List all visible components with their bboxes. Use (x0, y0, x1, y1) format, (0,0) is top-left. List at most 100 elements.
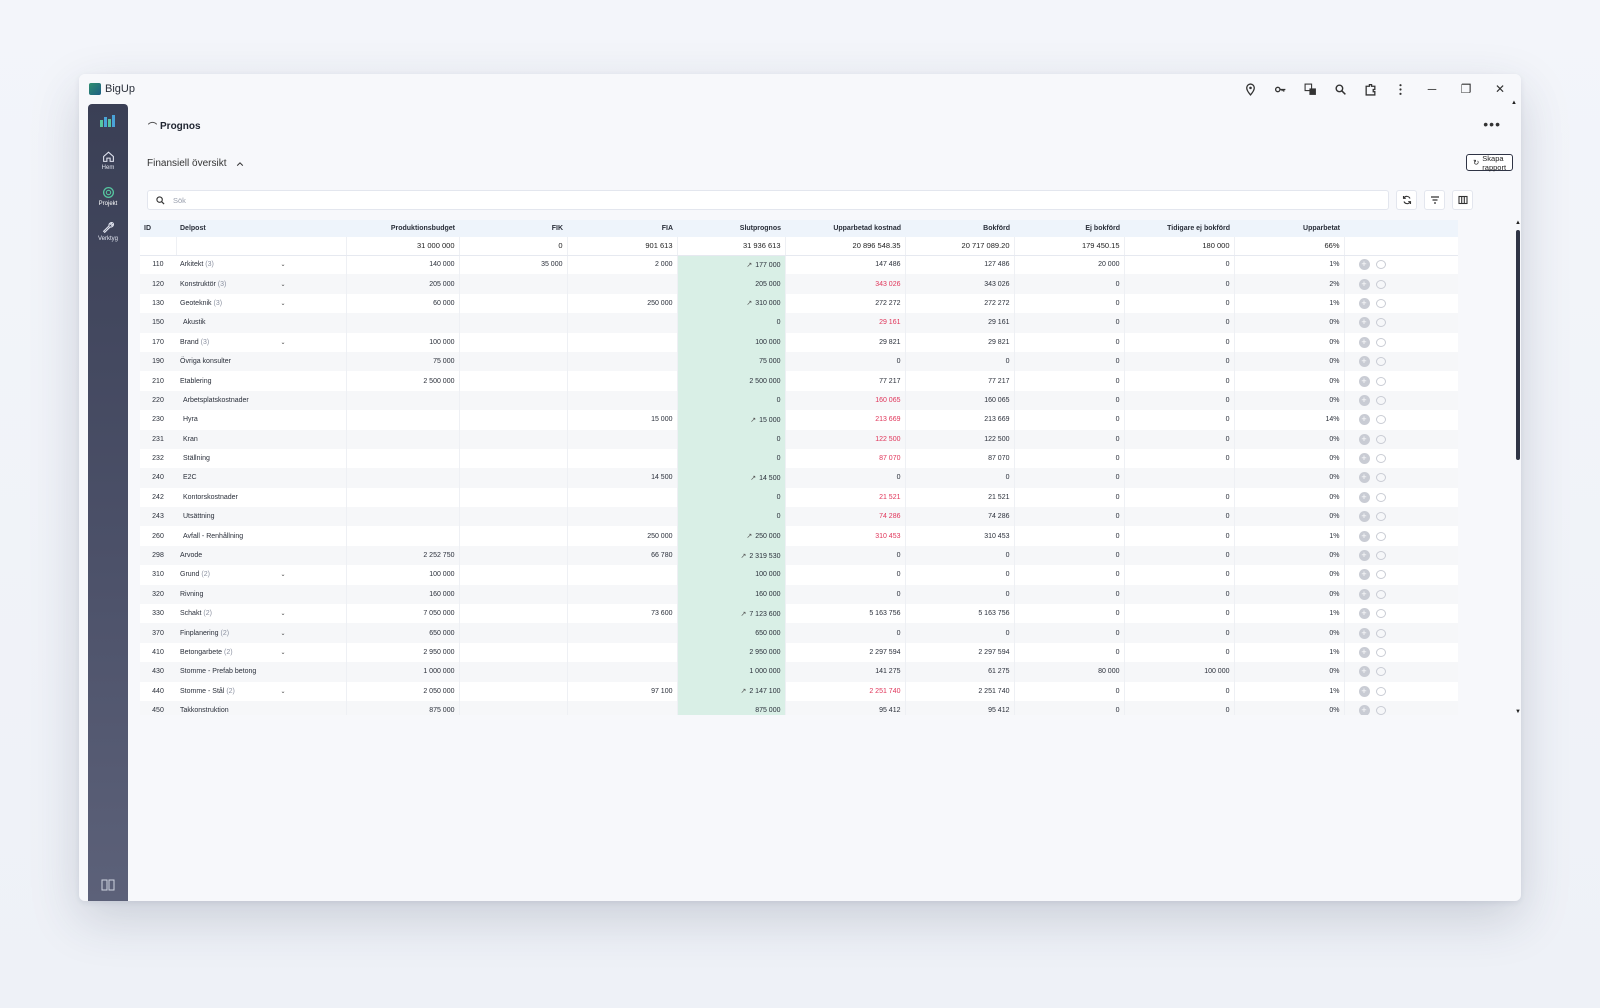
minimize-button[interactable]: ─ (1423, 82, 1441, 96)
scroll-thumb[interactable] (1516, 230, 1520, 460)
comment-icon[interactable] (1375, 551, 1386, 561)
chevron-down-icon[interactable]: ⌄ (280, 610, 285, 617)
scroll-down-icon[interactable]: ▼ (1515, 709, 1521, 715)
sync-button[interactable] (1396, 190, 1417, 210)
comment-icon[interactable] (1375, 686, 1386, 696)
row-slutprognos[interactable]: 205 000 (677, 274, 786, 294)
add-circle-icon[interactable]: + (1358, 685, 1370, 697)
row-slutprognos[interactable]: ↗ 15 000 (677, 410, 786, 430)
add-circle-icon[interactable]: + (1358, 530, 1370, 542)
row-slutprognos[interactable]: ↗ 14 500 (677, 468, 786, 488)
col-header-id[interactable]: ID (140, 220, 176, 237)
table-row[interactable]: 110 Arkitekt (3) ⌄ 140 000 35 000 2 000 ↗ 177 0… (140, 255, 1458, 275)
add-circle-icon[interactable]: + (1358, 453, 1370, 465)
add-circle-icon[interactable]: + (1358, 297, 1370, 309)
comment-icon[interactable] (1375, 667, 1386, 677)
add-circle-icon[interactable]: + (1358, 569, 1370, 581)
col-header-ej-bokford[interactable]: Ej bokförd (1014, 220, 1124, 237)
row-slutprognos[interactable]: 0 (677, 313, 786, 333)
add-circle-icon[interactable]: + (1358, 394, 1370, 406)
comment-icon[interactable] (1375, 395, 1386, 405)
add-circle-icon[interactable]: + (1358, 278, 1370, 290)
table-scrollbar[interactable]: ▲ ▼ (1514, 220, 1521, 715)
row-slutprognos[interactable]: 100 000 (677, 565, 786, 585)
row-slutprognos[interactable]: ↗ 2 147 100 (677, 681, 786, 701)
comment-icon[interactable] (1375, 415, 1386, 425)
col-header-fik[interactable]: FIK (459, 220, 567, 237)
table-row[interactable]: 231 Kran 0 122 500 122 500 0 0 0% + (140, 429, 1458, 449)
add-circle-icon[interactable]: + (1358, 588, 1370, 600)
chevron-down-icon[interactable]: ⌄ (280, 300, 285, 307)
comment-icon[interactable] (1375, 357, 1386, 367)
comment-icon[interactable] (1375, 570, 1386, 580)
col-header-delpost[interactable]: Delpost (176, 220, 346, 237)
sidebar-item-projekt[interactable]: Projekt (88, 186, 128, 207)
comment-icon[interactable] (1375, 454, 1386, 464)
close-button[interactable]: ✕ (1491, 82, 1509, 96)
row-slutprognos[interactable]: 75 000 (677, 351, 786, 372)
chevron-down-icon[interactable]: ⌄ (280, 339, 285, 346)
add-circle-icon[interactable]: + (1358, 472, 1370, 484)
add-circle-icon[interactable]: + (1358, 259, 1370, 271)
row-slutprognos[interactable]: ↗ 2 319 530 (677, 545, 786, 566)
row-slutprognos[interactable]: ↗ 177 000 (677, 255, 786, 275)
add-circle-icon[interactable]: + (1358, 317, 1370, 329)
comment-icon[interactable] (1375, 609, 1386, 619)
row-slutprognos[interactable]: 0 (677, 390, 786, 411)
comment-icon[interactable] (1375, 648, 1386, 657)
add-circle-icon[interactable]: + (1358, 433, 1370, 445)
col-header-bokford[interactable]: Bokförd (905, 220, 1014, 237)
table-row[interactable]: 330 Schakt (2) ⌄ 7 050 000 73 600 ↗ 7 123 600 5… (140, 604, 1458, 624)
add-circle-icon[interactable]: + (1358, 375, 1370, 387)
window-scroll-up-icon[interactable]: ▲ (1511, 100, 1517, 106)
columns-button[interactable] (1452, 190, 1473, 210)
table-row[interactable]: 242 Kontorskostnader 0 21 521 21 521 0 0 0% + (140, 487, 1458, 508)
row-slutprognos[interactable]: 875 000 (677, 700, 786, 715)
table-row[interactable]: 320 Rivning 160 000 160 000 0 0 0 0 0% + (140, 584, 1458, 605)
add-circle-icon[interactable]: + (1358, 491, 1370, 503)
comment-icon[interactable] (1375, 531, 1386, 541)
table-row[interactable]: 150 Akustik 0 29 161 29 161 0 0 0% + (140, 313, 1458, 333)
table-row[interactable]: 298 Arvode 2 252 750 66 780 ↗ 2 319 530 0 0 0 0 0%… (140, 545, 1458, 566)
row-slutprognos[interactable]: 650 000 (677, 623, 786, 643)
table-row[interactable]: 190 Övriga konsulter 75 000 75 000 0 0 0 0 0% + (140, 351, 1458, 372)
translate-icon[interactable] (1303, 82, 1317, 96)
table-row[interactable]: 450 Takkonstruktion 875 000 875 000 95 412 95… (140, 700, 1458, 715)
add-circle-icon[interactable]: + (1358, 705, 1370, 715)
comment-icon[interactable] (1375, 376, 1386, 386)
col-header-slutprognos[interactable]: Slutprognos (677, 220, 785, 237)
col-header-upparbetad-kostnad[interactable]: Upparbetad kostnad (785, 220, 905, 237)
chevron-down-icon[interactable]: ⌄ (280, 281, 285, 288)
comment-icon[interactable] (1375, 434, 1386, 444)
chevron-up-icon[interactable] (236, 160, 244, 168)
comment-icon[interactable] (1375, 298, 1386, 308)
location-pin-icon[interactable] (1243, 82, 1257, 96)
row-slutprognos[interactable]: 2 950 000 (677, 642, 786, 663)
col-header-produktionsbudget[interactable]: Produktionsbudget (346, 220, 459, 237)
sidebar-item-hem[interactable]: Hem (88, 150, 128, 171)
chevron-down-icon[interactable]: ⌄ (280, 649, 285, 656)
row-slutprognos[interactable]: ↗ 250 000 (677, 526, 786, 546)
add-circle-icon[interactable]: + (1358, 356, 1370, 368)
comment-icon[interactable] (1375, 589, 1386, 599)
section-header[interactable]: Finansiell översikt (147, 158, 244, 169)
row-slutprognos[interactable]: 1 000 000 (677, 662, 786, 682)
comment-icon[interactable] (1375, 279, 1386, 289)
add-circle-icon[interactable]: + (1358, 666, 1370, 678)
book-icon[interactable] (101, 879, 115, 891)
more-options-button[interactable]: ••• (1483, 116, 1501, 132)
table-row[interactable]: 440 Stomme - Stål (2) ⌄ 2 050 000 97 100 ↗ 2 1… (140, 681, 1458, 701)
table-row[interactable]: 232 Ställning 0 87 070 87 070 0 0 0% + (140, 448, 1458, 469)
comment-icon[interactable] (1375, 492, 1386, 502)
comment-icon[interactable] (1375, 706, 1386, 715)
comment-icon[interactable] (1375, 473, 1386, 483)
col-header-tidigare-ej-bokford[interactable]: Tidigare ej bokförd (1124, 220, 1234, 237)
row-slutprognos[interactable]: 0 (677, 487, 786, 508)
table-row[interactable]: 170 Brand (3) ⌄ 100 000 100 000 29 821 29 821 0… (140, 332, 1458, 352)
row-slutprognos[interactable]: 100 000 (677, 332, 786, 352)
table-row[interactable]: 130 Geoteknik (3) ⌄ 60 000 250 000 ↗ 310 000 27… (140, 293, 1458, 314)
col-header-upparbetat[interactable]: Upparbetat (1234, 220, 1344, 237)
kebab-menu-icon[interactable] (1393, 82, 1407, 96)
col-header-fia[interactable]: FIA (567, 220, 677, 237)
comment-icon[interactable] (1375, 318, 1386, 328)
